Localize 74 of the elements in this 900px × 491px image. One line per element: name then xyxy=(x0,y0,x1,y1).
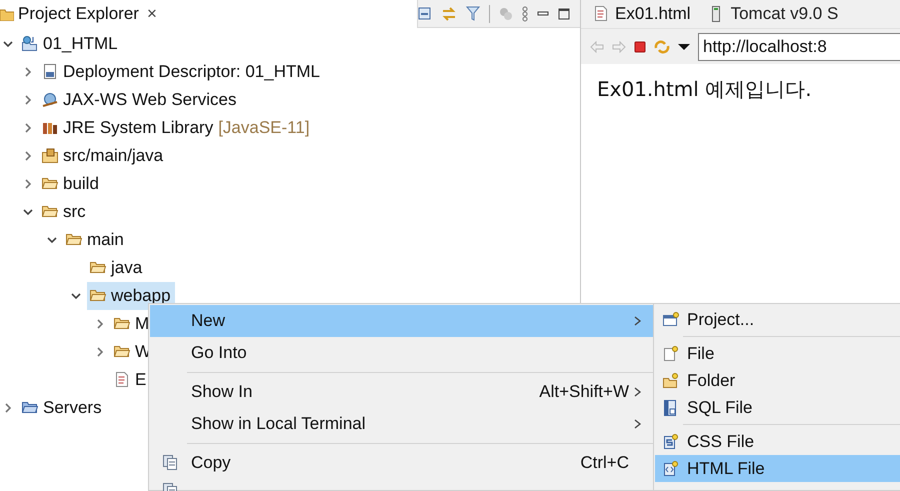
tree-item[interactable]: webapp xyxy=(87,282,175,310)
project-icon xyxy=(22,36,38,52)
globe-icon xyxy=(42,92,58,108)
shortcut-label: Ctrl+C xyxy=(580,452,629,474)
maximize-icon[interactable] xyxy=(558,8,570,20)
tree-item[interactable]: E xyxy=(111,366,150,394)
library-version: [JavaSE-11] xyxy=(218,117,310,140)
item-label: JRE System Library xyxy=(63,117,214,140)
menu-item[interactable]: File xyxy=(655,340,900,367)
tree-item[interactable]: build xyxy=(39,170,103,198)
tree-item[interactable]: main xyxy=(63,226,128,254)
shortcut-label: Alt+Shift+W xyxy=(539,381,629,404)
copy-icon xyxy=(162,455,178,471)
menu-item[interactable]: Copy Ctrl+C xyxy=(150,447,653,479)
item-label: JAX-WS Web Services xyxy=(63,89,237,112)
item-label: 01_HTML xyxy=(43,33,118,56)
more-icon[interactable] xyxy=(522,6,528,22)
new-file-icon xyxy=(663,346,679,362)
new-folder-icon xyxy=(663,372,679,388)
menu-item[interactable]: CSS File xyxy=(655,428,900,455)
url-field[interactable]: http://localhost:8 xyxy=(698,32,900,60)
folder-icon xyxy=(114,316,130,332)
item-label: webapp xyxy=(111,285,171,308)
tree-item[interactable]: JRE System Library [JavaSE-11] xyxy=(39,114,314,142)
dropdown-icon[interactable] xyxy=(678,42,690,50)
tab-title: Project Explorer xyxy=(18,3,139,26)
menu-item[interactable]: Go Into xyxy=(150,337,653,369)
menu-item[interactable]: Folder xyxy=(655,367,900,394)
item-label: java xyxy=(111,257,142,280)
close-icon[interactable]: × xyxy=(146,1,157,27)
folder-icon xyxy=(42,176,58,192)
tree-item[interactable]: src xyxy=(39,198,90,226)
menu-item[interactable]: Project... xyxy=(655,306,900,333)
item-label: src xyxy=(63,201,86,224)
stop-icon[interactable] xyxy=(634,40,646,52)
file-icon xyxy=(593,6,609,22)
folder-icon xyxy=(90,260,106,276)
item-label: Servers xyxy=(43,397,102,420)
item-label: build xyxy=(63,173,99,196)
item-label: E xyxy=(135,369,146,392)
folder-icon xyxy=(66,232,82,248)
item-label: M xyxy=(135,313,150,336)
folder-icon xyxy=(114,344,130,360)
menu-item[interactable]: Show in Local Terminal xyxy=(150,408,653,440)
folder-icon xyxy=(42,204,58,220)
menu-item[interactable]: New xyxy=(150,305,653,337)
new-project-icon xyxy=(663,312,679,328)
tree-item[interactable]: JAX-WS Web Services xyxy=(39,86,241,114)
tree-item[interactable]: Deployment Descriptor: 01_HTML xyxy=(39,58,324,86)
menu-item[interactable]: HTML File xyxy=(655,455,900,482)
tree-item[interactable]: java xyxy=(87,254,146,282)
item-label: src/main/java xyxy=(63,145,164,168)
item-label: main xyxy=(87,229,124,252)
file-icon xyxy=(114,372,130,388)
tree-item[interactable]: Servers xyxy=(19,394,106,422)
editor-tab[interactable]: Tomcat v9.0 S xyxy=(706,0,840,28)
project-explorer-tab[interactable]: Project Explorer × xyxy=(0,0,418,28)
package-folder-icon xyxy=(42,148,58,164)
css-file-icon xyxy=(663,434,679,450)
menu-item[interactable]: Show In Alt+Shift+W xyxy=(150,376,653,408)
document-icon xyxy=(42,64,58,80)
filter-icon[interactable] xyxy=(466,6,480,21)
folder-icon xyxy=(22,400,38,416)
tree-item[interactable]: src/main/java xyxy=(39,142,168,170)
collapse-all-icon[interactable] xyxy=(418,6,432,20)
database-file-icon xyxy=(663,400,679,416)
page-text: Ex01.html 예제입니다. xyxy=(597,76,813,103)
item-label: Deployment Descriptor: 01_HTML xyxy=(63,61,320,84)
menu-item[interactable]: SQL File xyxy=(655,394,900,421)
html-file-icon xyxy=(663,460,679,476)
tree-item[interactable]: 01_HTML xyxy=(19,30,122,58)
folder-icon xyxy=(90,288,106,304)
folder-icon xyxy=(0,8,14,20)
books-icon xyxy=(42,120,58,136)
